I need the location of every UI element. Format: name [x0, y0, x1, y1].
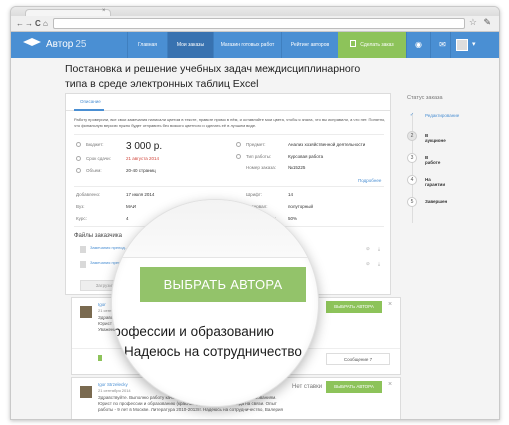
step-number: 2	[407, 131, 417, 141]
check-icon: ✓	[409, 112, 415, 118]
tab-description[interactable]: Описание	[80, 99, 101, 104]
font-label: Шрифт:	[246, 192, 263, 197]
font-value: 14	[288, 192, 294, 197]
bid-author-name[interactable]: Igor	[98, 302, 106, 307]
step-number: 5	[407, 197, 417, 207]
nav-item-my-orders[interactable]: Мои заказы	[167, 32, 213, 58]
file-icon	[80, 261, 86, 268]
step-number: 4	[407, 175, 417, 185]
bid-author-name[interactable]: Igor Strzelecky	[98, 382, 128, 387]
nav-item-home[interactable]: Главная	[127, 32, 167, 58]
pages-icon	[76, 168, 81, 173]
browser-window: × ← → C ⌂ ☆ ✎ Автор 25 Главная Мои заказы…	[10, 6, 500, 420]
file-delete-icon[interactable]: ⊘	[366, 261, 370, 267]
avatar[interactable]	[456, 39, 468, 51]
avatar	[80, 306, 92, 318]
wallet-icon	[76, 142, 81, 147]
url-input[interactable]	[53, 18, 465, 29]
step-label: На гарантии	[425, 177, 446, 187]
nav-item-shop[interactable]: Магазин готовых работ	[213, 32, 281, 58]
active-tab-indicator	[74, 109, 104, 111]
bid-date: 21 сентября 2014	[98, 388, 131, 393]
chevron-down-icon[interactable]: ▾	[472, 32, 476, 58]
type-icon	[236, 154, 241, 159]
make-order-label: Сделать заказ	[360, 42, 394, 48]
graduation-cap-icon	[23, 38, 41, 46]
tab-strip: ×	[11, 7, 499, 18]
file-icon	[80, 246, 86, 253]
wrench-icon[interactable]: ✎	[483, 17, 491, 28]
choose-author-button[interactable]: ВЫБРАТЬ АВТОРА	[326, 381, 382, 393]
deadline-value: 21 августа 2014	[126, 156, 160, 161]
message-label: Сообщение	[343, 357, 369, 362]
star-icon[interactable]: ☆	[469, 17, 477, 28]
site-logo[interactable]: Автор 25	[23, 32, 86, 58]
make-order-button[interactable]: Сделать заказ	[338, 32, 406, 58]
step-label: Завершен	[425, 199, 448, 204]
order-tabs: Описание	[66, 94, 390, 111]
step-label: В аукционе	[425, 133, 446, 143]
uni-label: Вуз:	[76, 204, 85, 209]
more-link[interactable]: Подробнее	[358, 178, 381, 183]
type-label: Тип работы:	[246, 154, 272, 159]
home-icon[interactable]: ⌂	[43, 18, 48, 30]
step-label: В работе	[425, 155, 441, 165]
step-number: 3	[407, 153, 417, 163]
magnifier-lens: ВЫБРАТЬ АВТОРА профессии и образованию Н…	[111, 199, 319, 407]
back-icon[interactable]: ←	[16, 18, 24, 30]
type-value: Курсовая работа	[288, 154, 324, 159]
added-label: Добавлено:	[76, 192, 101, 197]
magnifier-upper-area	[112, 200, 318, 258]
choose-author-button[interactable]: ВЫБРАТЬ АВТОРА	[326, 301, 382, 313]
document-icon	[350, 40, 357, 47]
message-count: 7	[369, 357, 373, 362]
address-bar-row: ← → C ⌂ ☆ ✎	[11, 16, 499, 32]
tab-close-icon[interactable]: ×	[102, 8, 106, 14]
file-delete-icon[interactable]: ⊘	[366, 246, 370, 252]
magnified-choose-author-button[interactable]: ВЫБРАТЬ АВТОРА	[140, 267, 306, 302]
deadline-label: Срок сдачи:	[86, 156, 111, 161]
magnified-text-line: Надеюсь на сотрудничество	[124, 344, 302, 359]
nav-item-rating[interactable]: Рейтинг авторов	[281, 32, 338, 58]
number-value: №15225	[288, 165, 306, 170]
top-nav: Автор 25 Главная Мои заказы Магазин готов…	[11, 32, 499, 58]
divider	[74, 134, 384, 135]
step-label: Редактирование	[425, 113, 460, 118]
rating-bar-icon	[98, 355, 102, 361]
page-title: Постановка и решение учебных задач межди…	[65, 63, 361, 90]
number-label: Номер заказа:	[246, 165, 277, 170]
bid-price: Нет ставки	[292, 384, 323, 390]
divider	[74, 186, 384, 187]
logo-text: Автор	[46, 39, 74, 50]
globe-icon[interactable]: ◉	[406, 32, 430, 58]
forward-icon[interactable]: →	[25, 18, 33, 30]
subject-icon	[236, 142, 241, 147]
status-heading: Статус заказа	[407, 95, 443, 101]
subject-value: Анализ хозяйственной деятельности	[288, 142, 366, 147]
clock-icon	[76, 156, 81, 161]
budget-label: Бюджет:	[86, 142, 104, 147]
file-download-icon[interactable]: ⤓	[378, 261, 380, 266]
magnified-text-line: профессии и образованию	[111, 324, 274, 339]
volume-value: 20-40 страниц	[126, 168, 156, 173]
file-download-icon[interactable]: ⤓	[378, 246, 380, 251]
subject-label: Предмет:	[246, 142, 266, 147]
added-value: 17 июля 2014	[126, 192, 155, 197]
volume-label: Объем:	[86, 168, 102, 173]
avatar	[80, 386, 92, 398]
message-button[interactable]: Сообщение 7	[326, 353, 390, 365]
budget-value: 3 000 р.	[126, 141, 163, 152]
close-icon[interactable]: ×	[388, 301, 392, 308]
close-icon[interactable]: ×	[388, 381, 392, 388]
reload-icon[interactable]: C	[35, 18, 41, 30]
course-label: Курс:	[76, 216, 87, 221]
logo-number: 25	[75, 39, 87, 50]
order-description: Работу проверили, все свои замечания нап…	[74, 117, 386, 128]
